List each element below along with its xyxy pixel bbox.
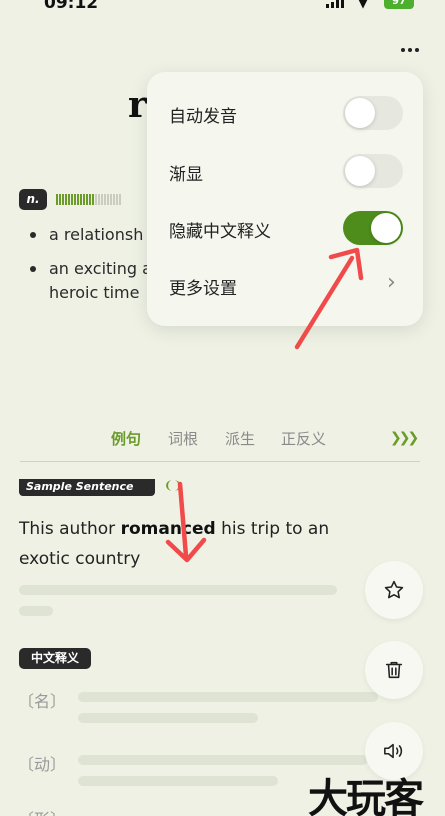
frequency-tick <box>98 194 100 205</box>
setting-row-hide-chinese[interactable]: 隐藏中文释义 <box>147 187 423 245</box>
setting-label: 隐藏中文释义 <box>169 222 271 242</box>
bullet-icon <box>30 266 36 272</box>
favorite-button[interactable] <box>365 561 423 619</box>
sample-text-highlight: romanced <box>120 519 216 539</box>
blurred-chinese-definition <box>78 755 368 765</box>
blurred-chinese-definition <box>78 776 278 786</box>
frequency-tick <box>80 194 82 205</box>
definition-text: heroic time <box>49 283 140 302</box>
frequency-tick <box>119 194 121 205</box>
frequency-tick <box>107 194 109 205</box>
frequency-tick <box>62 194 64 205</box>
setting-row-fade-in[interactable]: 渐显 <box>147 130 423 188</box>
watermark-logo: 大玩客 <box>308 776 424 816</box>
frequency-tick <box>92 194 94 205</box>
frequency-tick <box>116 194 118 205</box>
frequency-tick <box>110 194 112 205</box>
frequency-tick <box>71 194 73 205</box>
tab-derived[interactable]: 派生 <box>225 428 255 449</box>
definition-text: an exciting a <box>49 259 152 278</box>
sample-text-before: This author <box>19 519 121 539</box>
word-title: r <box>128 84 147 126</box>
tab-examples[interactable]: 例句 <box>111 428 141 449</box>
blurred-chinese-definition <box>78 692 378 702</box>
star-icon <box>384 580 404 599</box>
content-tabs: 例句 词根 派生 正反义 ❯❯❯ <box>0 428 445 450</box>
tab-roots[interactable]: 词根 <box>168 428 198 449</box>
chevron-right-icon: › <box>387 270 396 295</box>
frequency-tick <box>59 194 61 205</box>
chinese-pos-verb: 〔动〕 <box>18 755 67 774</box>
wifi-icon: ▼ <box>358 0 368 11</box>
auto-pronounce-toggle[interactable] <box>343 96 403 130</box>
fade-in-toggle[interactable] <box>343 154 403 188</box>
frequency-tick <box>65 194 67 205</box>
frequency-tick <box>95 194 97 205</box>
battery-indicator: 97 <box>384 0 414 9</box>
blurred-chinese-definition <box>78 713 258 723</box>
frequency-bar <box>56 194 121 205</box>
status-bar: 09:12 ▼ 97 <box>0 0 445 14</box>
trash-icon <box>385 661 403 679</box>
settings-popup: 自动发音 渐显 隐藏中文释义 更多设置 › <box>147 72 423 326</box>
blurred-translation <box>19 606 53 616</box>
frequency-tick <box>89 194 91 205</box>
blurred-translation <box>19 585 337 595</box>
part-of-speech-badge: n. <box>19 189 47 210</box>
setting-row-auto-pronounce[interactable]: 自动发音 <box>147 72 423 130</box>
frequency-tick <box>101 194 103 205</box>
speaker-icon <box>384 743 403 759</box>
frequency-tick <box>83 194 85 205</box>
sample-audio-icon[interactable]: ❨❩ <box>164 479 182 492</box>
setting-label: 自动发音 <box>169 107 237 127</box>
status-time: 09:12 <box>44 0 99 13</box>
delete-button[interactable] <box>365 641 423 699</box>
setting-label: 渐显 <box>169 165 203 185</box>
frequency-tick <box>77 194 79 205</box>
frequency-tick <box>86 194 88 205</box>
chinese-definition-label: 中文释义 <box>19 648 91 669</box>
frequency-tick <box>68 194 70 205</box>
tab-synonyms-antonyms[interactable]: 正反义 <box>281 428 326 449</box>
hide-chinese-toggle[interactable] <box>343 211 403 245</box>
bullet-icon <box>30 232 36 238</box>
frequency-tick <box>113 194 115 205</box>
chinese-pos-adj: 〔形〕 <box>18 806 66 816</box>
chinese-pos-noun: 〔名〕 <box>18 692 67 711</box>
definition-text: a relationsh <box>49 225 144 244</box>
more-tabs-arrow-icon[interactable]: ❯❯❯ <box>390 430 419 446</box>
more-options-button[interactable] <box>396 40 424 60</box>
frequency-tick <box>74 194 76 205</box>
setting-row-more-settings[interactable]: 更多设置 › <box>147 244 423 300</box>
frequency-tick <box>56 194 58 205</box>
signal-icon <box>326 0 344 8</box>
sample-sentence: This author romanced his trip to an exot… <box>19 514 369 574</box>
setting-label: 更多设置 <box>169 279 237 299</box>
sample-sentence-label: Sample Sentence <box>19 479 155 496</box>
tab-divider <box>20 461 420 462</box>
frequency-tick <box>104 194 106 205</box>
